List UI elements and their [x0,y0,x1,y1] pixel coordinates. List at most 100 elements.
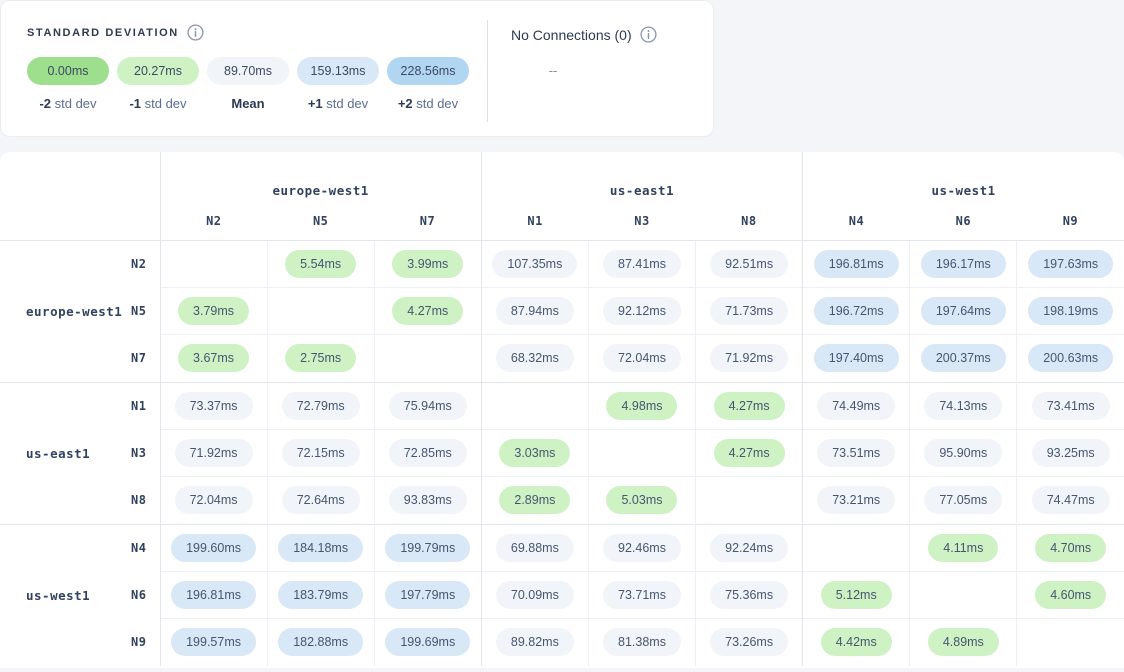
latency-value-pill: 69.88ms [496,534,574,562]
latency-cell: 200.63ms [1017,335,1124,383]
legend-stops: 0.00ms-2 std dev20.27ms-1 std dev89.70ms… [27,57,475,111]
column-region-header: us-east1 [481,152,802,202]
column-node-header: N4 [803,202,910,240]
latency-value-pill: 71.73ms [710,297,788,325]
latency-cell: 87.41ms [588,240,695,288]
latency-cell: 75.36ms [696,572,803,619]
latency-value-pill: 196.72ms [814,297,899,325]
latency-value-pill: 71.92ms [175,439,253,467]
matrix-row: N25.54ms3.99ms107.35ms87.41ms92.51ms196.… [0,240,1124,288]
info-circle-icon[interactable] [187,24,204,41]
latency-cell: 4.27ms [374,288,481,335]
latency-cell: 197.63ms [1017,240,1124,288]
latency-value-pill: 77.05ms [924,486,1002,514]
latency-cell: 72.64ms [267,477,374,525]
legend-pill: 0.00ms [27,57,109,85]
latency-cell: 73.37ms [160,382,267,430]
latency-value-pill: 3.03ms [499,439,570,467]
latency-cell: 73.41ms [1017,382,1124,430]
latency-cell: 95.90ms [910,430,1017,477]
latency-cell-self [374,335,481,383]
no-connections-section: No Connections (0) -- [488,24,657,136]
matrix-corner-cell [0,152,160,240]
latency-cell: 72.04ms [588,335,695,383]
latency-cell: 81.38ms [588,619,695,666]
legend-stop: 0.00ms-2 std dev [27,57,109,111]
latency-cell: 89.82ms [481,619,588,666]
latency-cell: 199.57ms [160,619,267,666]
latency-cell: 72.04ms [160,477,267,525]
latency-cell: 4.70ms [1017,524,1124,572]
latency-value-pill: 200.63ms [1028,344,1113,372]
matrix-row: us-west1N6196.81ms183.79ms197.79ms70.09m… [0,572,1124,619]
row-label-cell: N7 [0,335,160,383]
latency-value-pill: 4.60ms [1035,581,1106,609]
latency-value-pill: 184.18ms [278,534,363,562]
row-node-label: N8 [131,493,146,507]
matrix-row: N173.37ms72.79ms75.94ms4.98ms4.27ms74.49… [0,382,1124,430]
latency-value-pill: 73.41ms [1032,392,1110,420]
latency-value-pill: 4.42ms [821,628,892,656]
legend-pill: 228.56ms [387,57,469,85]
latency-cell: 75.94ms [374,382,481,430]
latency-value-pill: 92.12ms [603,297,681,325]
column-node-header: N3 [588,202,695,240]
latency-value-pill: 4.11ms [928,534,998,562]
row-node-label: N5 [131,304,146,318]
latency-value-pill: 73.51ms [817,439,895,467]
latency-cell: 73.21ms [803,477,910,525]
latency-cell: 4.98ms [588,382,695,430]
latency-value-pill: 92.46ms [603,534,681,562]
latency-cell: 2.89ms [481,477,588,525]
matrix-body: N25.54ms3.99ms107.35ms87.41ms92.51ms196.… [0,240,1124,666]
latency-value-pill: 93.25ms [1032,439,1110,467]
latency-value-pill: 72.04ms [603,344,681,372]
latency-value-pill: 74.47ms [1032,486,1110,514]
info-circle-icon[interactable] [640,26,657,43]
latency-cell: 196.81ms [803,240,910,288]
latency-value-pill: 200.37ms [921,344,1006,372]
latency-value-pill: 198.19ms [1028,297,1113,325]
latency-value-pill: 87.94ms [496,297,574,325]
latency-cell: 70.09ms [481,572,588,619]
latency-cell: 92.24ms [696,524,803,572]
latency-matrix-card: europe-west1us-east1us-west1N2N5N7N1N3N8… [0,152,1124,668]
latency-cell: 4.11ms [910,524,1017,572]
latency-value-pill: 73.71ms [603,581,681,609]
row-label-cell: europe-west1N5 [0,288,160,335]
column-node-header: N5 [267,202,374,240]
latency-value-pill: 73.37ms [175,392,253,420]
latency-value-pill: 196.17ms [921,250,1006,278]
latency-cell: 68.32ms [481,335,588,383]
matrix-row: europe-west1N5 3.79ms 4.27ms 87.94ms 92.12ms… [0,288,1124,335]
latency-cell: 92.51ms [696,240,803,288]
latency-cell-self [588,430,695,477]
latency-value-pill: 197.64ms [921,297,1006,325]
latency-cell: 2.75ms [267,335,374,383]
row-label-cell: N8 [0,477,160,525]
latency-cell: 199.79ms [374,524,481,572]
latency-cell: 4.42ms [803,619,910,666]
row-node-label: N7 [131,351,146,365]
column-node-header: N1 [481,202,588,240]
latency-value-pill: 3.79ms [178,297,249,325]
std-deviation-title: STANDARD DEVIATION [27,27,179,39]
matrix-row: N4199.60ms184.18ms199.79ms69.88ms92.46ms… [0,524,1124,572]
latency-cell: 3.67ms [160,335,267,383]
latency-value-pill: 92.24ms [710,534,788,562]
column-node-header: N6 [910,202,1017,240]
latency-value-pill: 4.70ms [1035,534,1106,562]
latency-cell: 73.71ms [588,572,695,619]
matrix-row: N73.67ms2.75ms68.32ms72.04ms71.92ms197.4… [0,335,1124,383]
latency-value-pill: 197.79ms [385,581,470,609]
latency-cell: 182.88ms [267,619,374,666]
latency-value-pill: 72.85ms [389,439,467,467]
legend-stop: 159.13ms+1 std dev [297,57,379,111]
latency-value-pill: 75.94ms [389,392,467,420]
latency-cell: 5.54ms [267,240,374,288]
row-node-label: N1 [131,399,146,413]
latency-value-pill: 2.75ms [285,344,356,372]
latency-cell: 197.40ms [803,335,910,383]
row-label-cell: N9 [0,619,160,666]
latency-cell-self [1017,619,1124,666]
